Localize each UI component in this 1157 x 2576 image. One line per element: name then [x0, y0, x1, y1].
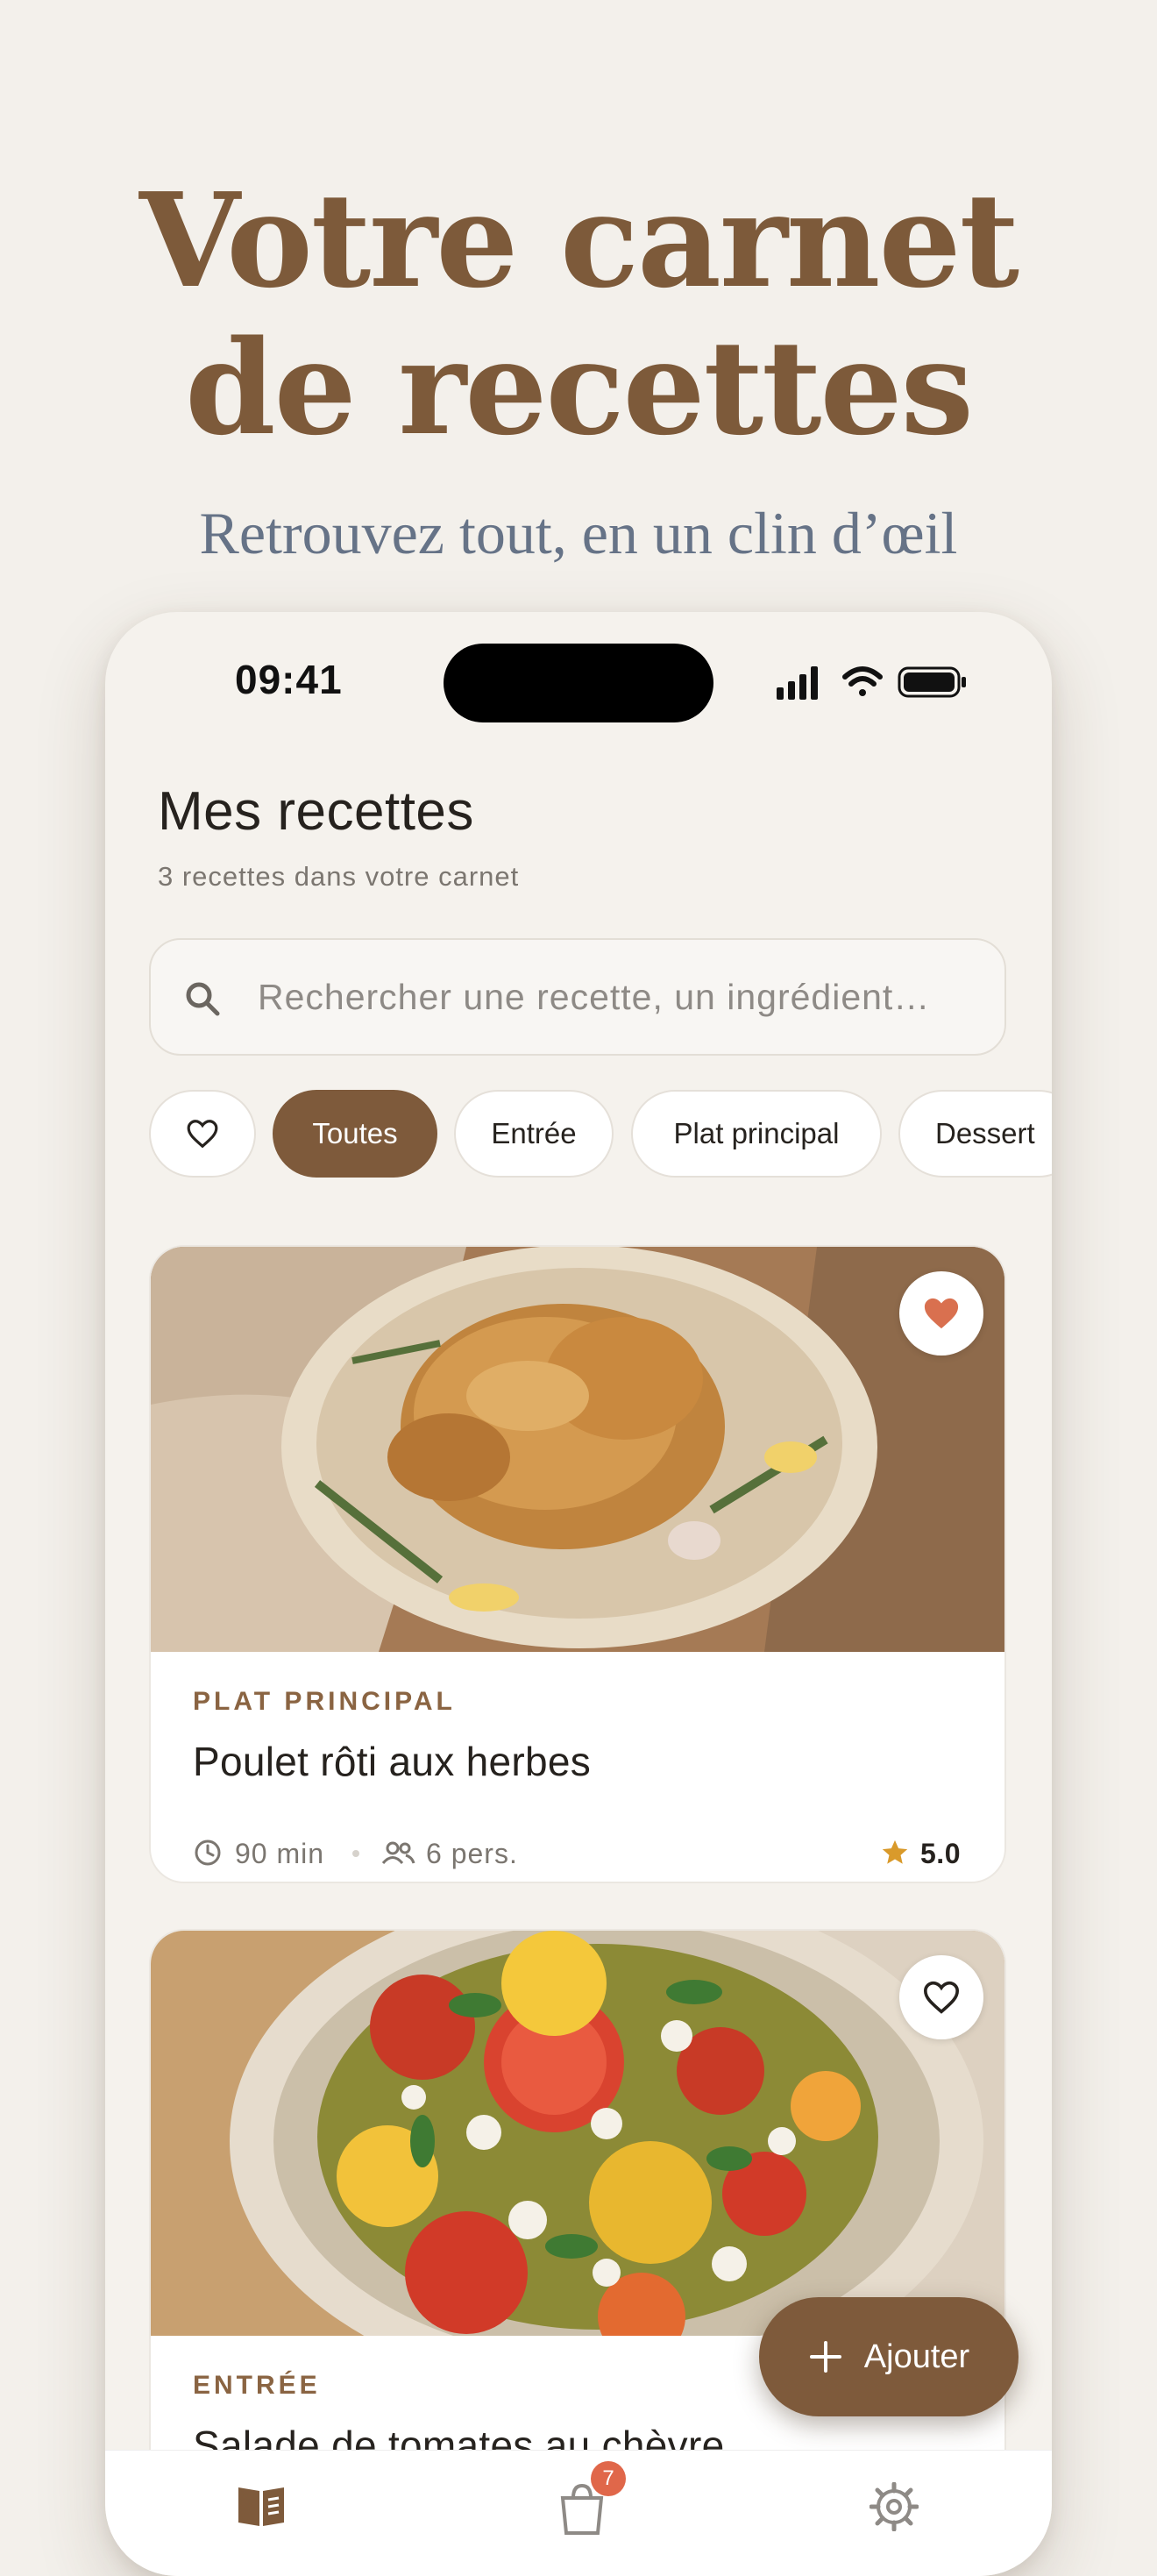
filter-favorites-chip[interactable] [149, 1090, 256, 1178]
plus-icon [809, 2341, 841, 2373]
recipe-count: 3 recettes dans votre carnet [158, 861, 520, 892]
search-bar[interactable] [149, 938, 1006, 1056]
recipe-card[interactable]: PLAT PRINCIPAL Poulet rôti aux herbes 90… [149, 1245, 1006, 1883]
battery-icon [898, 666, 966, 698]
status-time: 09:41 [235, 657, 343, 702]
tab-shopping-list[interactable]: 7 [557, 2461, 626, 2544]
recipe-category: ENTRÉE [193, 2371, 321, 2400]
tab-bar: 7 [105, 2450, 1052, 2576]
search-icon [186, 982, 220, 1016]
chip-label: Plat principal [673, 1117, 840, 1149]
wifi-icon [842, 666, 883, 696]
heart-outline-icon [187, 1120, 218, 1149]
dynamic-island [444, 644, 713, 722]
screen-title: Mes recettes [158, 781, 474, 842]
chip-label: Toutes [312, 1117, 398, 1149]
filter-chip-dessert[interactable]: Dessert [898, 1090, 1052, 1178]
tab-settings[interactable] [869, 2481, 922, 2535]
tab-recipes[interactable] [235, 2482, 287, 2535]
star-icon [882, 1839, 908, 1864]
search-input[interactable] [258, 957, 976, 1036]
heart-filled-icon [924, 1298, 959, 1329]
clock-icon [195, 1839, 221, 1866]
meta-separator [352, 1850, 359, 1857]
add-recipe-label: Ajouter [863, 2338, 970, 2375]
recipe-photo-tomato-salad [151, 1931, 1004, 2336]
hero-title-line1: Votre carnet [138, 164, 1019, 317]
status-icons [777, 666, 966, 700]
heart-outline-icon [923, 1981, 960, 2014]
shopping-badge: 7 [591, 2461, 626, 2496]
recipe-rating: 5.0 [920, 1838, 961, 1869]
recipe-time: 90 min [235, 1838, 325, 1869]
people-icon [381, 1841, 415, 1865]
signal-icon [777, 666, 818, 700]
favorite-button[interactable] [899, 1271, 983, 1356]
recipe-servings: 6 pers. [426, 1838, 518, 1869]
chip-label: Entrée [491, 1117, 577, 1149]
recipe-meta: 90 min 6 pers. 5.0 [193, 1834, 964, 1873]
add-recipe-button[interactable]: Ajouter [759, 2297, 1019, 2416]
hero-title-line2: de recettes [185, 311, 974, 464]
book-icon [238, 2487, 284, 2526]
hero-subtitle: Retrouvez tout, en un clin d’œil [199, 500, 958, 566]
recipe-photo-roast-chicken [151, 1247, 1004, 1652]
recipe-title: Poulet rôti aux herbes [193, 1739, 592, 1784]
chip-label: Dessert [935, 1117, 1035, 1149]
recipe-category: PLAT PRINCIPAL [193, 1687, 456, 1716]
favorite-button[interactable] [899, 1955, 983, 2039]
phone-frame: 09:41 Mes recettes 3 recettes dans votre… [105, 612, 1052, 2576]
filter-chip-entree[interactable]: Entrée [454, 1090, 614, 1178]
filter-chip-toutes[interactable]: Toutes [273, 1090, 437, 1178]
filter-chip-plat-principal[interactable]: Plat principal [631, 1090, 882, 1178]
hero-title: Votre carnet de recettes [0, 167, 1157, 461]
gear-icon [869, 2481, 919, 2532]
